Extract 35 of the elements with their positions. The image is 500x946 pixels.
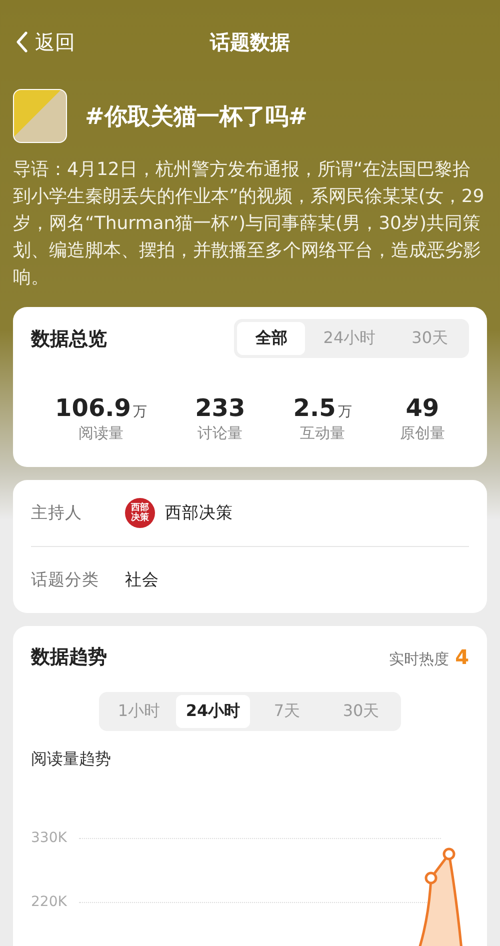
stat-unit: 万	[338, 403, 352, 421]
period-tab[interactable]: 30天	[394, 322, 466, 355]
section-title: 数据趋势	[31, 645, 107, 670]
y-axis-label: 330K	[31, 830, 68, 846]
field-label: 主持人	[31, 502, 83, 524]
range-tab[interactable]: 24小时	[176, 695, 250, 728]
heat-value: 4	[455, 645, 469, 669]
host-name[interactable]: 西部决策	[165, 502, 233, 524]
page-title: 话题数据	[210, 28, 290, 56]
back-chevron-icon	[15, 31, 29, 53]
stat-value: 233	[195, 394, 246, 422]
chart-title: 阅读量趋势	[31, 749, 112, 770]
category-value: 社会	[125, 569, 159, 591]
back-button[interactable]: 返回	[13, 28, 75, 56]
stat-value: 49	[406, 394, 440, 422]
stat-label: 讨论量	[198, 424, 243, 443]
range-tab[interactable]: 30天	[324, 695, 398, 728]
stat-label: 互动量	[300, 424, 346, 443]
stat-value: 106.9	[55, 394, 131, 422]
topic-title: #你取关猫一杯了吗#	[85, 102, 308, 132]
range-tab[interactable]: 7天	[250, 695, 324, 728]
stat-unit: 万	[132, 403, 147, 421]
host-logo: 西部决策	[125, 498, 155, 528]
stat-label: 阅读量	[78, 424, 124, 443]
field-label: 话题分类	[31, 569, 100, 591]
y-axis-label: 220K	[31, 894, 68, 910]
section-title: 数据总览	[31, 326, 107, 352]
topic-thumbnail-placeholder	[13, 89, 67, 143]
range-tab[interactable]: 1小时	[102, 695, 176, 728]
heat-label: 实时热度	[389, 650, 450, 669]
period-tab[interactable]: 24小时	[305, 322, 394, 355]
topic-intro: 导语：4月12日，杭州警方发布通报，所谓“在法国巴黎拾到小学生秦朗丢失的作业本”的视频，系网民徐某某(女，29岁，网名“Thurman猫一杯”)与同事薛某(男，30岁)共同策划、编造脚本、摆拍，并散播至多个网络平台，造成恶劣影响。	[13, 158, 486, 290]
period-tab[interactable]: 全部	[237, 322, 306, 355]
stat-value: 2.5	[293, 394, 336, 422]
stat-label: 原创量	[400, 424, 445, 443]
